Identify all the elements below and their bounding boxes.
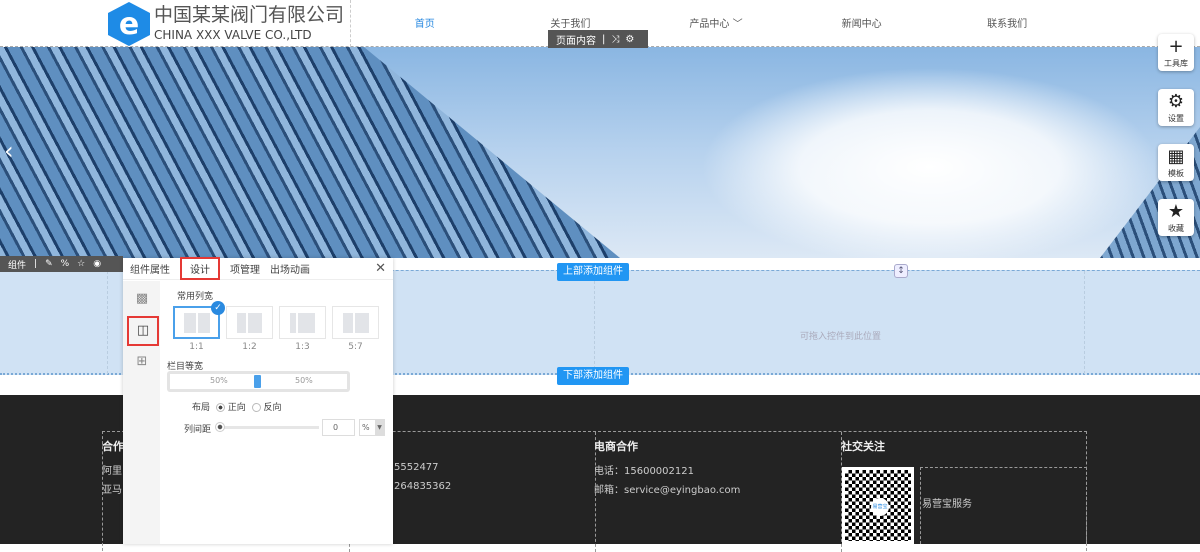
prev-slide-icon[interactable]: ‹ — [4, 137, 14, 165]
reverse-radio[interactable] — [251, 403, 261, 412]
column-divider — [107, 271, 108, 374]
gears-icon: ⚙ — [1167, 91, 1185, 112]
nav-products[interactable]: 产品中心 ﹀ — [643, 0, 789, 47]
gap-label: 列间距 — [184, 425, 212, 435]
page-content-label: 页面内容 — [556, 35, 596, 47]
settings-label: 设置 — [1168, 114, 1184, 123]
footer-col4-title: 社交关注 — [841, 440, 885, 453]
star-icon[interactable]: ☆ — [77, 259, 85, 269]
footer-col2-line: 264835362 — [394, 481, 452, 492]
gap-slider-track[interactable] — [219, 426, 319, 429]
company-name-cn: 中国某某阀门有限公司 — [154, 4, 345, 26]
nav-home[interactable]: 首页 — [352, 0, 498, 47]
footer-phone: 电话：15600002121 — [594, 466, 694, 477]
main-nav: 首页 关于我们 产品中心 ﹀ 新闻中心 联系我们 — [352, 0, 1080, 47]
footer-email[interactable]: 邮箱：service@eyingbao.com — [594, 481, 740, 496]
plus-icon: + — [1168, 36, 1184, 57]
dropdown-arrow-icon: ▼ — [375, 420, 384, 435]
component-label: 组件 — [8, 260, 27, 271]
logo-icon: e — [108, 2, 150, 46]
component-settings-panel: 组件属性 设计 项管理 出场动画 ✕ ▩ ◫ ⊞ 常用列宽 ✓ 1:1 1:2 … — [123, 257, 393, 544]
ratio-1-3-option[interactable] — [279, 306, 326, 339]
settings-button[interactable]: ⚙ 设置 — [1158, 89, 1194, 126]
page-content-bar[interactable]: 页面内容 | ⤨ ⚙ — [548, 30, 648, 48]
ratio-1-2-option[interactable] — [226, 306, 273, 339]
toolbox-label: 工具库 — [1164, 59, 1188, 68]
footer-col1-line: 阿里 — [102, 466, 122, 477]
forward-radio[interactable] — [215, 403, 225, 412]
reverse-label: 反向 — [263, 403, 282, 413]
slider-handle[interactable] — [254, 375, 261, 388]
common-widths-label: 常用列宽 — [177, 292, 214, 302]
hero-banner: ‹ — [0, 47, 1200, 258]
building-image — [0, 47, 620, 258]
tab-entrance-animation[interactable]: 出场动画 — [270, 261, 310, 276]
separator: | — [602, 33, 606, 45]
close-icon[interactable]: ✕ — [375, 261, 386, 276]
ratio-label: 5:7 — [348, 342, 363, 352]
favorites-label: 收藏 — [1168, 224, 1184, 233]
qr-logo: 易营宝 — [871, 498, 889, 516]
divider — [350, 0, 351, 47]
nav-news[interactable]: 新闻中心 — [789, 0, 935, 47]
resize-handle-icon[interactable]: ↕ — [894, 264, 908, 278]
check-icon: ✓ — [211, 301, 225, 315]
column-divider — [594, 271, 595, 374]
gap-slider-knob[interactable] — [215, 422, 225, 432]
grid-icon: ▦ — [1167, 146, 1185, 167]
ratio-label: 1:2 — [242, 342, 257, 352]
gap-unit: % — [362, 423, 370, 432]
layout-row: 布局 正向 反向 — [192, 400, 282, 413]
forward-label: 正向 — [227, 403, 246, 413]
toolbox-button[interactable]: + 工具库 — [1158, 34, 1194, 71]
panel-sidebar: ▩ ◫ ⊞ — [123, 281, 160, 544]
ratio-5-7-option[interactable] — [332, 306, 379, 339]
percent-icon[interactable]: % — [61, 259, 70, 269]
company-logo[interactable]: e 中国某某阀门有限公司 CHINA XXX VALVE CO.,LTD — [108, 2, 344, 46]
gap-input[interactable]: 0 — [322, 419, 355, 436]
tab-component-properties[interactable]: 组件属性 — [130, 261, 170, 276]
tab-item-management[interactable]: 项管理 — [230, 261, 260, 276]
gap-value: 0 — [333, 423, 339, 432]
column-divider — [1084, 271, 1085, 374]
qr-code-image: 易营宝 — [842, 467, 914, 544]
gear-icon[interactable]: ⚙ — [625, 34, 634, 45]
favorites-button[interactable]: ★ 收藏 — [1158, 199, 1194, 236]
drop-placeholder: 可拖入控件到此位置 — [800, 332, 882, 342]
gap-unit-select[interactable]: % ▼ — [359, 419, 385, 436]
footer-col1-title: 合作 — [102, 440, 124, 453]
company-name-en: CHINA XXX VALVE CO.,LTD — [154, 28, 312, 42]
eye-icon[interactable]: ◉ — [93, 259, 101, 269]
edit-icon[interactable]: ✎ — [45, 259, 53, 269]
panel-tabs: 组件属性 设计 项管理 出场动画 — [123, 257, 393, 280]
nav-contact[interactable]: 联系我们 — [934, 0, 1080, 47]
tab-design[interactable]: 设计 — [180, 257, 220, 280]
ratio-label: 1:1 — [189, 342, 204, 352]
ratio-label: 1:3 — [295, 342, 310, 352]
footer-col2-line: 5552477 — [394, 462, 439, 473]
background-icon[interactable]: ▩ — [135, 292, 149, 306]
qr-caption-box — [920, 467, 1087, 544]
template-label: 模板 — [1168, 169, 1184, 178]
right-toolbar: + 工具库 ⚙ 设置 ▦ 模板 ★ 收藏 — [1158, 34, 1194, 236]
footer-col1-line: 亚马 — [102, 485, 122, 496]
layout-label: 布局 — [192, 403, 211, 413]
add-bottom-component-button[interactable]: 下部添加组件 — [557, 367, 629, 385]
star-icon: ★ — [1167, 201, 1185, 222]
column-width-slider[interactable]: 50% 50% — [167, 371, 350, 392]
template-button[interactable]: ▦ 模板 — [1158, 144, 1194, 181]
left-column-percent: 50% — [210, 376, 228, 385]
spacing-icon[interactable]: ⊞ — [135, 355, 149, 369]
footer-col3-title: 电商合作 — [594, 440, 638, 453]
layout-icon[interactable]: ◫ — [127, 316, 159, 346]
add-top-component-button[interactable]: 上部添加组件 — [557, 263, 629, 281]
component-bar: 组件 | ✎ % ☆ ◉ — [0, 256, 123, 272]
shuffle-icon[interactable]: ⤨ — [611, 34, 619, 45]
cloud-image — [700, 67, 1160, 258]
separator: | — [34, 259, 38, 269]
right-column-percent: 50% — [295, 376, 313, 385]
